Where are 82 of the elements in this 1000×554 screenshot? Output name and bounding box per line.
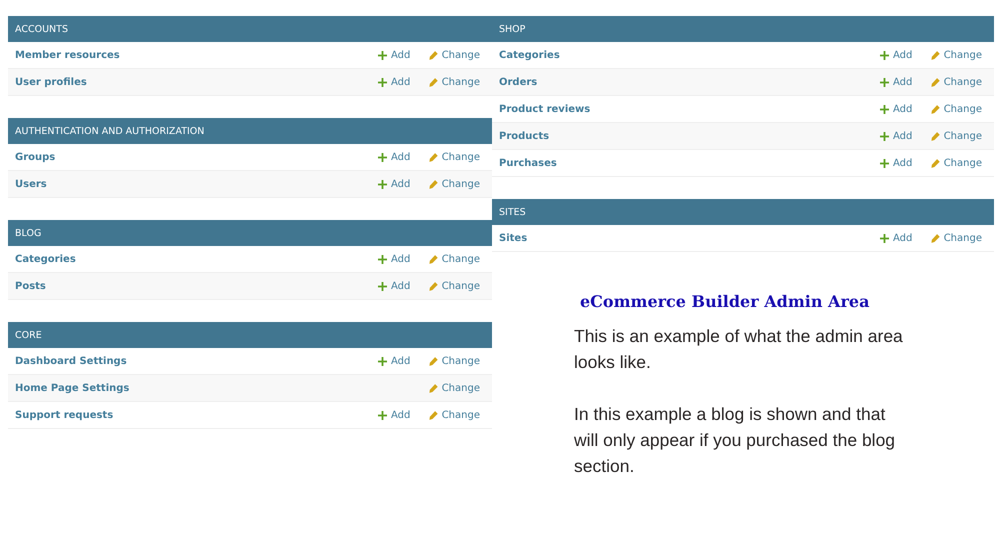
pencil-icon [931, 132, 940, 140]
add-link[interactable]: Add [378, 280, 429, 292]
model-link[interactable]: Product reviews [499, 104, 880, 114]
change-link[interactable]: Change [429, 152, 480, 162]
plus-icon [880, 132, 889, 140]
change-link[interactable]: Change [429, 178, 480, 190]
change-link[interactable]: Change [931, 76, 982, 88]
add-link[interactable]: Add [378, 356, 429, 366]
add-link[interactable]: Add [378, 178, 429, 190]
change-link[interactable]: Change [931, 232, 982, 244]
plus-icon [880, 234, 889, 242]
model-link[interactable]: Dashboard Settings [15, 356, 378, 366]
pencil-icon [931, 158, 940, 168]
model-link[interactable]: Users [15, 178, 378, 190]
note-paragraph: In this example a blog is shown and that will only appear if you purchased the blog section. [574, 403, 896, 478]
add-link[interactable]: Add [880, 158, 931, 168]
pencil-icon [429, 152, 438, 162]
module-header: ACCOUNTS [8, 16, 492, 42]
pencil-icon [429, 410, 438, 420]
change-link[interactable]: Change [429, 382, 480, 394]
plus-icon [378, 78, 387, 86]
change-link[interactable]: Change [429, 280, 480, 292]
note-heading: eCommerce Builder Admin Area [580, 292, 870, 311]
model-link[interactable]: Support requests [15, 410, 378, 420]
model-link[interactable]: Groups [15, 152, 378, 162]
change-link[interactable]: Change [931, 104, 982, 114]
add-link[interactable]: Add [880, 130, 931, 142]
pencil-icon [931, 78, 940, 86]
plus-icon [378, 282, 387, 290]
model-link[interactable]: Purchases [499, 158, 880, 168]
add-link[interactable]: Add [880, 104, 931, 114]
plus-icon [378, 152, 387, 162]
model-link[interactable]: Posts [15, 280, 378, 292]
pencil-icon [429, 50, 438, 60]
pencil-icon [931, 50, 940, 60]
add-link[interactable]: Add [378, 152, 429, 162]
model-link[interactable]: Categories [499, 50, 880, 60]
plus-icon [880, 50, 889, 60]
change-link[interactable]: Change [429, 50, 480, 60]
add-link[interactable]: Add [880, 50, 931, 60]
change-link[interactable]: Change [429, 356, 480, 366]
pencil-icon [931, 104, 940, 114]
change-link[interactable]: Change [931, 50, 982, 60]
pencil-icon [429, 254, 438, 264]
pencil-icon [429, 78, 438, 86]
add-link[interactable]: Add [378, 254, 429, 264]
change-link[interactable]: Change [429, 76, 480, 88]
module-header: BLOG [8, 220, 492, 246]
note-paragraph: This is an example of what the admin area looks like. [574, 325, 904, 374]
change-link[interactable]: Change [931, 158, 982, 168]
change-link[interactable]: Change [429, 254, 480, 264]
plus-icon [378, 410, 387, 420]
add-link[interactable]: Add [378, 76, 429, 88]
add-link[interactable]: Add [378, 410, 429, 420]
pencil-icon [429, 282, 438, 290]
plus-icon [378, 254, 387, 264]
plus-icon [378, 50, 387, 60]
pencil-icon [931, 234, 940, 242]
add-link[interactable]: Add [378, 50, 429, 60]
model-link[interactable]: Member resources [15, 50, 378, 60]
module-header: CORE [8, 322, 492, 348]
add-link[interactable]: Add [880, 76, 931, 88]
pencil-icon [429, 384, 438, 392]
model-link[interactable]: Home Page Settings [15, 382, 378, 394]
module-header: AUTHENTICATION AND AUTHORIZATION [8, 118, 492, 144]
model-link[interactable]: Sites [499, 232, 880, 244]
model-link[interactable]: User profiles [15, 76, 378, 88]
model-link[interactable]: Categories [15, 254, 378, 264]
plus-icon [880, 78, 889, 86]
pencil-icon [429, 180, 438, 188]
add-link[interactable]: Add [880, 232, 931, 244]
model-link[interactable]: Products [499, 130, 880, 142]
plus-icon [378, 356, 387, 366]
plus-icon [880, 158, 889, 168]
module-header: SITES [492, 199, 994, 225]
plus-icon [880, 104, 889, 114]
module-header: SHOP [492, 16, 994, 42]
change-link[interactable]: Change [429, 410, 480, 420]
plus-icon [378, 180, 387, 188]
pencil-icon [429, 356, 438, 366]
model-link[interactable]: Orders [499, 76, 880, 88]
change-link[interactable]: Change [931, 130, 982, 142]
